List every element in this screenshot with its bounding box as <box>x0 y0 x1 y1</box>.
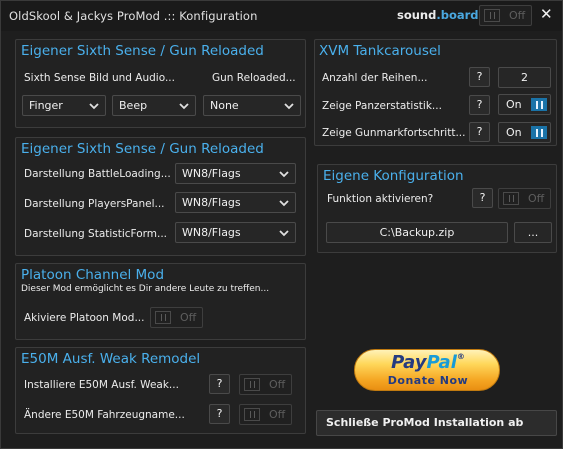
display-group: Eigener Sixth Sense / Gun Reloaded Darst… <box>15 137 306 256</box>
sound-label-prefix: sound <box>397 8 437 22</box>
rows-count-input[interactable]: 2 <box>498 67 551 88</box>
toggle-knob <box>531 126 547 139</box>
toggle-state: Off <box>180 311 197 324</box>
e50m-rename-help-button[interactable]: ? <box>209 404 230 424</box>
players-panel-select[interactable]: WN8/Flags <box>175 192 296 213</box>
toggle-knob <box>484 9 500 22</box>
statistic-form-select[interactable]: WN8/Flags <box>175 222 296 243</box>
gun-reloaded-label: Gun Reloaded... <box>212 72 296 84</box>
chevron-down-icon <box>279 200 289 207</box>
chevron-down-icon <box>89 103 99 110</box>
chevron-down-icon <box>279 171 289 178</box>
window-title: OldSkool & Jackys ProMod .:: Konfigurati… <box>9 9 258 23</box>
toggle-knob <box>244 378 260 391</box>
chevron-down-icon <box>279 230 289 237</box>
tank-stats-help-button[interactable]: ? <box>469 95 490 115</box>
title-bar: OldSkool & Jackys ProMod .:: Konfigurati… <box>1 1 562 31</box>
rows-label: Anzahl der Reihen... <box>322 72 428 84</box>
paypal-logo: PayPal® <box>391 352 465 373</box>
xvm-title: XVM Tankcarousel <box>319 43 441 59</box>
e50m-install-toggle[interactable]: Off <box>239 374 292 395</box>
display-group-title: Eigener Sixth Sense / Gun Reloaded <box>21 141 264 157</box>
tank-stats-label: Zeige Panzerstatistik... <box>322 100 442 112</box>
browse-button[interactable]: ... <box>514 222 552 243</box>
battle-loading-select[interactable]: WN8/Flags <box>175 163 296 184</box>
backup-path-field[interactable]: C:\Backup.zip <box>326 222 508 243</box>
toggle-knob <box>244 408 260 421</box>
select-value: WN8/Flags <box>182 167 241 180</box>
toggle-state: On <box>506 126 522 139</box>
toggle-knob <box>531 98 547 111</box>
gun-mark-toggle[interactable]: On <box>498 122 551 143</box>
e50m-rename-label: Ändere E50M Fahrzeugname... <box>24 409 185 421</box>
e50m-install-label: Installiere E50M Ausf. Weak... <box>24 379 179 391</box>
platoon-toggle[interactable]: Off <box>150 307 203 328</box>
select-value: WN8/Flags <box>182 226 241 239</box>
sixth-sense-audio-select[interactable]: Beep <box>112 95 196 116</box>
chevron-down-icon <box>284 103 294 110</box>
config-window: OldSkool & Jackys ProMod .:: Konfigurati… <box>0 0 563 449</box>
tank-stats-toggle[interactable]: On <box>498 94 551 115</box>
toggle-state: Off <box>269 408 286 421</box>
finish-install-button[interactable]: Schließe ProMod Installation ab <box>316 410 557 436</box>
rows-help-button[interactable]: ? <box>469 67 490 87</box>
sixth-sense-group: Eigener Sixth Sense / Gun Reloaded Sixth… <box>15 39 306 128</box>
select-value: Finger <box>29 99 63 112</box>
sixth-sense-image-select[interactable]: Finger <box>22 95 106 116</box>
platoon-group: Platoon Channel Mod Dieser Mod ermöglich… <box>15 263 306 340</box>
platoon-label: Akiviere Platoon Mod... <box>24 312 145 324</box>
toggle-state: Off <box>269 378 286 391</box>
statistic-form-label: Darstellung StatisticForm... <box>24 228 168 240</box>
select-value: WN8/Flags <box>182 196 241 209</box>
finish-install-label: Schließe ProMod Installation ab <box>326 416 524 429</box>
players-panel-label: Darstellung PlayersPanel... <box>24 198 165 210</box>
xvm-group: XVM Tankcarousel Anzahl der Reihen... ? … <box>314 39 557 146</box>
sound-board-toggle[interactable]: Off <box>479 5 532 26</box>
sixth-sense-label: Sixth Sense Bild und Audio... <box>24 72 175 84</box>
enable-function-label: Funktion aktivieren? <box>327 193 434 205</box>
platoon-title: Platoon Channel Mod <box>21 267 165 283</box>
e50m-rename-toggle[interactable]: Off <box>239 404 292 425</box>
toggle-state: Off <box>509 9 526 22</box>
toggle-state: On <box>506 98 522 111</box>
e50m-install-help-button[interactable]: ? <box>209 374 230 394</box>
sound-label-suffix: board: <box>440 8 484 22</box>
paypal-donate-button[interactable]: PayPal® Donate Now <box>354 349 500 391</box>
battle-loading-label: Darstellung BattleLoading... <box>24 168 171 180</box>
toggle-knob <box>503 192 519 205</box>
select-value: Beep <box>119 99 148 112</box>
donate-now-label: Donate Now <box>387 374 469 387</box>
chevron-down-icon <box>179 103 189 110</box>
gun-mark-label: Zeige Gunmarkfortschritt... <box>322 127 466 139</box>
gun-reloaded-select[interactable]: None <box>203 95 301 116</box>
toggle-knob <box>155 311 171 324</box>
toggle-state: Off <box>528 192 545 205</box>
e50m-group: E50M Ausf. Weak Remodel Installiere E50M… <box>15 347 306 434</box>
platoon-description: Dieser Mod ermöglicht es Dir andere Leut… <box>21 284 270 294</box>
custom-config-title: Eigene Konfiguration <box>323 168 464 184</box>
select-value: None <box>210 99 239 112</box>
enable-function-toggle[interactable]: Off <box>498 188 551 209</box>
e50m-title: E50M Ausf. Weak Remodel <box>21 351 201 367</box>
enable-function-help-button[interactable]: ? <box>472 188 493 208</box>
gun-mark-help-button[interactable]: ? <box>469 122 490 142</box>
sixth-sense-title: Eigener Sixth Sense / Gun Reloaded <box>21 43 264 59</box>
custom-config-group: Eigene Konfiguration Funktion aktivieren… <box>317 164 557 253</box>
sound-board-label: sound.board: <box>397 8 483 22</box>
close-icon[interactable]: ✕ <box>540 5 553 23</box>
